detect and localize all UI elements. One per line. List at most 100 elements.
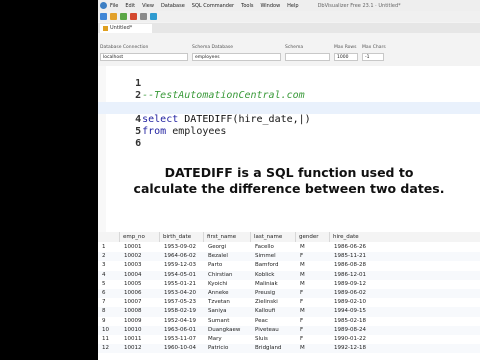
first-name-cell: Anneke [208,290,229,296]
last-name-cell: Facello [255,244,274,250]
column-header-hire-date[interactable]: hire_date [330,232,480,242]
schema-select[interactable] [285,53,330,61]
column-header-birth-date[interactable]: birth_date [160,232,204,242]
row-number: 6 [102,290,106,296]
column-header-emp-no[interactable]: emp_no [120,232,160,242]
hire-date-cell: 1989-02-10 [334,299,366,306]
first-name-cell: Mary [208,336,222,342]
database-connection-select[interactable]: localhost [100,53,188,61]
last-name-cell: Sluis [255,336,268,342]
table-row[interactable]: 8 10008 1958-02-19 Saniya Kalloufi M 1994-09-1… [98,307,480,317]
settings-icon[interactable] [140,13,147,20]
last-name-cell: Kalloufi [255,308,276,315]
gender-cell: F [300,336,304,342]
schema-database-select[interactable]: employees [192,53,281,61]
schema-label: Schema [285,45,304,50]
menu-sql-commander[interactable]: SQL Commander [192,3,234,9]
hire-date-cell: 1985-02-18 [334,317,366,324]
last-name-cell: Simmel [255,253,276,260]
emp-no-cell: 10008 [124,308,142,315]
row-number: 9 [102,317,106,324]
table-row[interactable]: 3 10003 1959-12-03 Parto Bamford M 1986-08-28 [98,261,480,270]
hire-date-cell: 1992-12-18 [334,345,366,352]
birth-date-cell: 1952-04-19 [164,317,196,324]
table-row[interactable]: 11 10011 1953-11-07 Mary Sluis F 1990-01-22 [98,335,480,344]
gender-cell: F [300,299,304,306]
emp-no-cell: 10003 [124,262,142,269]
refresh-icon[interactable] [150,13,157,20]
last-name-cell: Preusig [255,290,276,296]
emp-no-cell: 10007 [124,299,142,306]
editor-line: 6 [98,126,480,149]
menu-file[interactable]: File [110,3,118,9]
table-row[interactable]: 7 10007 1957-05-23 Tzvetan Zielinski F 1989-02… [98,298,480,307]
birth-date-cell: 1953-09-02 [164,244,196,250]
menu-window[interactable]: Window [260,3,280,9]
editor-line: 3 [98,90,480,113]
table-row[interactable]: 1 10001 1953-09-02 Georgi Facello M 1986-06-26 [98,243,480,252]
line-number: 6 [135,138,142,149]
hire-date-cell: 1994-09-15 [334,308,366,315]
row-number: 12 [102,345,109,352]
menu-database[interactable]: Database [161,3,185,9]
table-row[interactable]: 4 10004 1954-05-01 Chirstian Koblick M 1986-12… [98,270,480,280]
stop-icon[interactable] [130,13,137,20]
table-row[interactable]: 10 10010 1963-06-01 Duangkaew Piveteau F 1989-… [98,325,480,335]
row-number: 7 [102,299,106,306]
hire-date-cell: 1986-08-28 [334,262,366,269]
birth-date-cell: 1953-04-20 [164,290,196,296]
max-rows-label: Max Rows [334,45,357,50]
emp-no-cell: 10010 [124,326,142,333]
menu-help[interactable]: Help [287,3,298,9]
max-rows-field[interactable]: 1000 [334,53,358,61]
first-name-cell: Georgi [208,244,227,250]
menu-view[interactable]: View [142,3,154,9]
row-number: 1 [102,244,106,250]
sql-file-icon [103,26,108,31]
menu-edit[interactable]: Edit [125,3,135,9]
tab-untitled[interactable]: Untitled* [100,24,152,33]
last-name-cell: Bridgland [255,345,282,352]
row-number: 5 [102,280,106,287]
hire-date-cell: 1989-09-12 [334,280,366,287]
window-title: DbVisualizer Free 23.1 · Untitled* [317,2,401,9]
column-header-last-name[interactable]: last_name [251,232,296,242]
emp-no-cell: 10002 [124,253,142,260]
table-row[interactable]: 9 10009 1952-04-19 Sumant Peac F 1985-02-18 [98,317,480,326]
last-name-cell: Koblick [255,271,275,278]
last-name-cell: Bamford [255,262,279,269]
max-chars-field[interactable]: -1 [362,53,384,61]
emp-no-cell: 10004 [124,271,142,278]
birth-date-cell: 1964-06-02 [164,253,196,260]
new-connection-icon[interactable] [100,13,107,20]
table-row[interactable]: 12 10012 1960-10-04 Patricio Bridgland M 1992-… [98,344,480,354]
database-connection-label: Database Connection [100,45,149,50]
open-folder-icon[interactable] [110,13,117,20]
gender-cell: M [300,271,305,278]
birth-date-cell: 1959-12-03 [164,262,196,269]
first-name-cell: Saniya [208,308,227,315]
table-row[interactable]: 6 10006 1953-04-20 Anneke Preusig F 1989-06-02 [98,289,480,299]
gender-cell: F [300,317,304,324]
column-header-gender[interactable]: gender [296,232,330,242]
execute-icon[interactable] [120,13,127,20]
hire-date-cell: 1989-06-02 [334,290,366,296]
last-name-cell: Peac [255,317,268,324]
hire-date-cell: 1986-12-01 [334,271,366,278]
column-header-first-name[interactable]: first_name [204,232,251,242]
hire-date-cell: 1986-06-26 [334,244,366,250]
menu-bar: File Edit View Database SQL Commander To… [98,0,480,11]
first-name-cell: Tzvetan [208,299,230,306]
emp-no-cell: 10009 [124,317,142,324]
first-name-cell: Bezalel [208,253,228,260]
menu-tools[interactable]: Tools [241,3,253,9]
emp-no-cell: 10011 [124,336,142,342]
row-number: 8 [102,308,106,315]
table-row[interactable]: 5 10005 1955-01-21 Kyoichi Maliniak M 1989-09-… [98,280,480,289]
overlay-caption: DATEDIFF is a SQL function used to calcu… [98,165,480,197]
gender-cell: M [300,308,305,315]
table-row[interactable]: 2 10002 1964-06-02 Bezalel Simmel F 1985-11-21 [98,252,480,262]
last-name-cell: Piveteau [255,326,279,333]
emp-no-cell: 10006 [124,290,142,296]
birth-date-cell: 1960-10-04 [164,345,196,352]
